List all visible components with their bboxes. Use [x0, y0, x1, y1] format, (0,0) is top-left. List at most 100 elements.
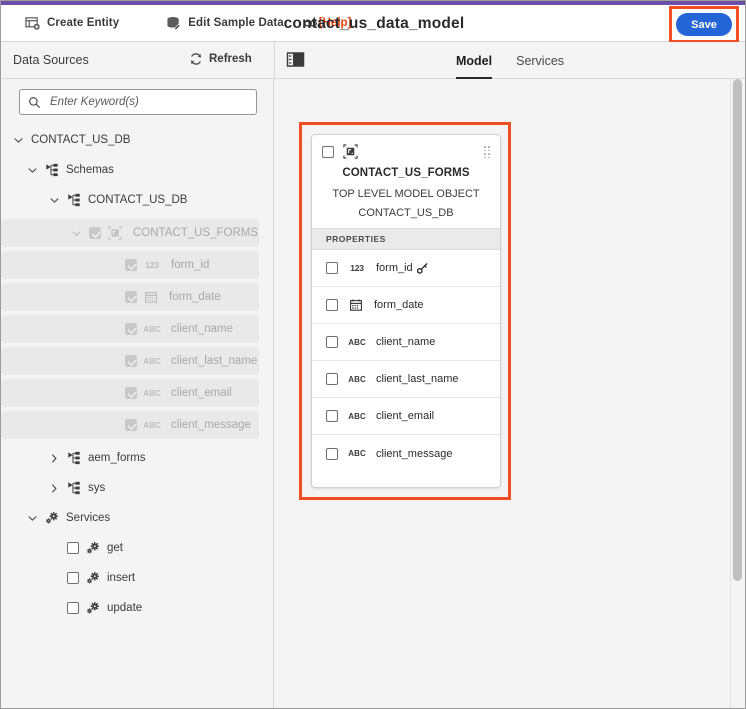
tree-item-label: CONTACT_US_DB: [31, 134, 131, 146]
tree-item-checkbox[interactable]: [67, 602, 79, 614]
panel-toggle-icon[interactable]: [286, 51, 306, 69]
text-icon: ABC: [143, 420, 161, 430]
tree-item-label: client_message: [171, 419, 251, 431]
entity-icon: [343, 144, 358, 159]
tree-item-label: client_name: [171, 323, 234, 335]
tree-item-aem_forms[interactable]: aem_forms: [1, 443, 273, 473]
tree-item-contact_us_db[interactable]: CONTACT_US_DB: [1, 125, 273, 155]
property-row[interactable]: ABC client_name: [312, 324, 500, 361]
tree-item-form_id[interactable]: 123 form_id: [1, 251, 259, 279]
refresh-button[interactable]: Refresh: [189, 52, 252, 66]
tree-item-checkbox[interactable]: [125, 355, 137, 367]
number-icon: 123: [145, 260, 159, 270]
tree-item-services[interactable]: Services: [1, 503, 273, 533]
data-sources-sidebar: CONTACT_US_DB Schemas CONTACT_US_DB CONTACT…: [1, 79, 274, 708]
property-name: form_id: [376, 262, 413, 274]
tree-item-label: client_email: [171, 387, 232, 399]
chevron-down-icon[interactable]: [27, 513, 38, 524]
text-icon: ABC: [348, 337, 366, 347]
property-checkbox[interactable]: [326, 410, 338, 422]
data-sources-tree: CONTACT_US_DB Schemas CONTACT_US_DB CONTACT…: [1, 125, 273, 623]
tree-item-checkbox[interactable]: [125, 387, 137, 399]
tree-item-update[interactable]: update: [1, 593, 273, 623]
schema-icon: [67, 451, 81, 465]
create-entity-button[interactable]: Create Entity: [19, 8, 125, 38]
tree-item-checkbox[interactable]: [125, 323, 137, 335]
chevron-right-icon[interactable]: [49, 453, 60, 464]
tree-item-label: insert: [107, 572, 136, 584]
tree-item-insert[interactable]: insert: [1, 563, 273, 593]
tree-item-client_name[interactable]: ABC client_name: [1, 315, 259, 343]
property-row[interactable]: ABC client_message: [312, 435, 500, 472]
tree-item-label: update: [107, 602, 143, 614]
property-checkbox[interactable]: [326, 373, 338, 385]
tree-item-contact_us_db[interactable]: CONTACT_US_DB: [1, 185, 273, 215]
tree-item-label: sys: [88, 482, 106, 494]
number-icon: 123: [350, 263, 364, 273]
chevron-down-icon[interactable]: [27, 165, 38, 176]
property-row[interactable]: ABC client_last_name: [312, 361, 500, 398]
tree-item-client_last_name[interactable]: ABC client_last_name: [1, 347, 259, 375]
edit-sample-data-label: Edit Sample Data: [188, 17, 284, 29]
text-icon: ABC: [143, 324, 161, 334]
chevron-down-icon[interactable]: [71, 228, 82, 239]
search-box[interactable]: [19, 89, 257, 115]
tree-item-label: CONTACT_US_FORMS: [133, 227, 259, 239]
property-checkbox[interactable]: [326, 262, 338, 274]
tree-item-form_date[interactable]: form_date: [1, 283, 259, 311]
subbar-divider: [274, 42, 275, 79]
chevron-down-icon[interactable]: [13, 135, 24, 146]
data-model-editor-window: Create Entity Edit Sample Data [Help] co…: [0, 0, 746, 709]
tree-item-client_email[interactable]: ABC client_email: [1, 379, 259, 407]
canvas-scrollbar-track[interactable]: [730, 79, 744, 708]
tree-item-get[interactable]: get: [1, 533, 273, 563]
drag-handle-icon[interactable]: [484, 146, 490, 159]
tree-item-checkbox[interactable]: [125, 419, 137, 431]
calendar-icon: [349, 298, 363, 312]
property-checkbox[interactable]: [326, 447, 338, 460]
entity-card-database: CONTACT_US_DB: [358, 207, 454, 219]
property-row[interactable]: form_date: [312, 287, 500, 324]
tree-item-label: Schemas: [66, 164, 114, 176]
tree-item-checkbox[interactable]: [125, 291, 137, 303]
property-row[interactable]: ABC client_email: [312, 398, 500, 435]
canvas-scrollbar-thumb[interactable]: [733, 79, 742, 581]
tree-item-checkbox[interactable]: [89, 227, 101, 239]
refresh-label: Refresh: [209, 53, 252, 65]
tree-item-checkbox[interactable]: [67, 572, 79, 584]
tree-item-contact_us_forms[interactable]: CONTACT_US_FORMS: [1, 219, 259, 247]
tree-item-sys[interactable]: sys: [1, 473, 273, 503]
gear-icon: [86, 541, 100, 555]
save-button[interactable]: Save: [676, 13, 732, 36]
property-checkbox[interactable]: [326, 299, 338, 311]
edit-sample-data-button[interactable]: Edit Sample Data: [160, 8, 290, 38]
chevron-down-icon[interactable]: [49, 195, 60, 206]
property-name: form_date: [374, 299, 424, 311]
properties-list: 123 form_id form_date ABC client_name ABC clie…: [312, 250, 500, 472]
properties-header: PROPERTIES: [312, 228, 500, 250]
property-name-wrap: form_id: [376, 262, 428, 274]
search-input[interactable]: [48, 95, 248, 109]
chevron-right-icon[interactable]: [49, 483, 60, 494]
tree-item-label: client_last_name: [171, 355, 258, 367]
tree-item-client_message[interactable]: ABC client_message: [1, 411, 259, 439]
text-icon: ABC: [348, 449, 366, 458]
property-name-wrap: client_message: [376, 448, 452, 460]
property-row[interactable]: 123 form_id: [312, 250, 500, 287]
entity-card[interactable]: CONTACT_US_FORMS TOP LEVEL MODEL OBJECT …: [311, 134, 501, 488]
text-icon: ABC: [143, 388, 161, 398]
tab-services[interactable]: Services: [516, 42, 564, 79]
tree-item-schemas[interactable]: Schemas: [1, 155, 273, 185]
tree-item-checkbox[interactable]: [67, 542, 79, 554]
tab-model[interactable]: Model: [456, 42, 493, 79]
entity-card-checkbox[interactable]: [322, 145, 334, 158]
help-link[interactable]: [Help]: [303, 17, 351, 29]
primary-key-icon: [416, 262, 428, 274]
calendar-icon: [144, 290, 158, 304]
text-icon: ABC: [143, 356, 161, 366]
tree-item-label: get: [107, 542, 123, 554]
tree-item-checkbox[interactable]: [125, 259, 137, 271]
model-canvas[interactable]: CONTACT_US_FORMS TOP LEVEL MODEL OBJECT …: [275, 79, 745, 708]
property-checkbox[interactable]: [326, 336, 338, 348]
tab-model-label: Model: [456, 53, 493, 68]
